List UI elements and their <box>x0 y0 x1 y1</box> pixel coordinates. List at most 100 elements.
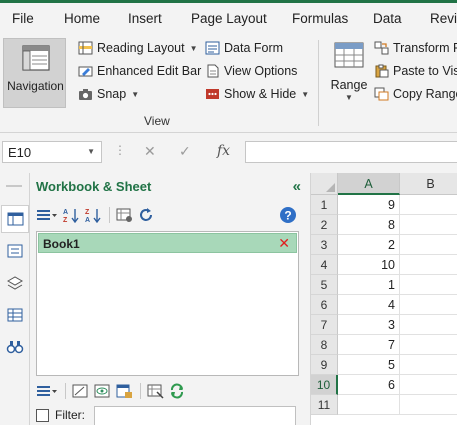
row-header[interactable]: 1 <box>311 195 338 215</box>
cell-a[interactable]: 9 <box>338 195 400 215</box>
data-form-button[interactable]: Data Form <box>205 39 283 57</box>
view-options-button[interactable]: View Options <box>205 62 297 80</box>
sort-ascending-icon[interactable]: AZ <box>63 207 80 223</box>
workbook-options-icon[interactable] <box>116 207 133 223</box>
cell-b[interactable] <box>400 295 457 315</box>
snap-button[interactable]: Snap ▼ <box>78 85 139 103</box>
reading-layout-button[interactable]: Reading Layout ▼ <box>78 39 198 57</box>
cell-b[interactable] <box>400 395 457 415</box>
select-all-triangle-icon <box>326 183 335 192</box>
cell-b[interactable] <box>400 215 457 235</box>
transform-range-button[interactable]: Transform Ra <box>374 39 457 57</box>
lock-sheet-icon[interactable] <box>116 383 133 399</box>
help-icon[interactable]: ? <box>279 206 297 224</box>
svg-text:A: A <box>63 209 68 216</box>
row-header[interactable]: 3 <box>311 235 338 255</box>
enter-icon[interactable]: ✓ <box>179 143 191 160</box>
name-box-value: E10 <box>8 145 32 160</box>
column-header-a[interactable]: A <box>338 173 400 195</box>
select-all-button[interactable] <box>311 173 338 195</box>
column-header-b[interactable]: B <box>400 173 457 195</box>
transform-range-icon <box>374 41 389 55</box>
navigation-button[interactable]: Navigation <box>3 38 66 108</box>
transform-range-label: Transform Ra <box>393 41 457 55</box>
chevron-down-icon: ▼ <box>131 89 140 99</box>
insert-function-icon[interactable]: fx <box>217 143 230 159</box>
copy-ranges-label: Copy Range <box>393 87 457 101</box>
name-manager-icon[interactable] <box>6 243 24 259</box>
workbook-toolbar: AZ ZA <box>36 204 160 226</box>
cell-b[interactable] <box>400 355 457 375</box>
cell-b[interactable] <box>400 255 457 275</box>
row-header[interactable]: 6 <box>311 295 338 315</box>
cell-a[interactable]: 6 <box>338 375 400 395</box>
row-header[interactable]: 5 <box>311 275 338 295</box>
autotext-icon[interactable] <box>6 307 24 323</box>
cell-a[interactable]: 2 <box>338 235 400 255</box>
row-header[interactable]: 7 <box>311 315 338 335</box>
tab-file[interactable]: File <box>12 11 34 26</box>
sync-icon[interactable] <box>169 383 186 399</box>
sheet-options-icon[interactable] <box>147 383 164 399</box>
row-header[interactable]: 4 <box>311 255 338 275</box>
navigation-pane-icon <box>22 45 50 71</box>
row-header[interactable]: 10 <box>311 375 338 395</box>
show-hide-button[interactable]: Show & Hide ▼ <box>205 85 309 103</box>
cell-b[interactable] <box>400 235 457 255</box>
camera-icon <box>79 89 92 100</box>
reading-layout-icon <box>78 41 93 55</box>
tab-insert[interactable]: Insert <box>128 11 162 26</box>
column-list-icon[interactable] <box>6 275 24 291</box>
cell-b[interactable] <box>400 335 457 355</box>
range-button[interactable]: Range ▼ <box>330 40 368 108</box>
cell-a[interactable]: 4 <box>338 295 400 315</box>
workbook-sheet-tab[interactable] <box>1 205 29 233</box>
formula-input[interactable] <box>245 141 457 163</box>
ribbon: Navigation Reading Layout ▼ Enhanced Edi… <box>0 36 457 133</box>
cell-a[interactable]: 10 <box>338 255 400 275</box>
cell-a[interactable]: 7 <box>338 335 400 355</box>
cell-b[interactable] <box>400 275 457 295</box>
hidden-sheet-icon[interactable] <box>94 383 111 399</box>
copy-ranges-button[interactable]: Copy Range <box>374 85 457 103</box>
cell-a[interactable]: 5 <box>338 355 400 375</box>
svg-text:Z: Z <box>63 217 68 223</box>
collapse-pane-icon[interactable]: « <box>293 178 301 195</box>
cell-b[interactable] <box>400 375 457 395</box>
list-view-icon[interactable] <box>36 207 58 223</box>
tab-home[interactable]: Home <box>64 11 100 26</box>
tab-data[interactable]: Data <box>373 11 402 26</box>
cell-a[interactable]: 1 <box>338 275 400 295</box>
grip-handle[interactable] <box>6 185 22 187</box>
sort-descending-icon[interactable]: ZA <box>85 207 102 223</box>
menu-bar: File Home Insert Page Layout Formulas Da… <box>0 0 457 36</box>
row-header[interactable]: 11 <box>311 395 338 415</box>
cancel-icon[interactable]: ✕ <box>144 143 156 160</box>
row-header[interactable]: 9 <box>311 355 338 375</box>
close-icon[interactable]: ✕ <box>278 235 290 252</box>
filter-input[interactable] <box>94 406 296 425</box>
chevron-down-icon[interactable]: ▼ <box>87 147 95 156</box>
row-header[interactable]: 8 <box>311 335 338 355</box>
cell-a[interactable]: 3 <box>338 315 400 335</box>
paste-to-visible-button[interactable]: Paste to Visil <box>374 62 457 80</box>
refresh-icon[interactable] <box>138 207 155 223</box>
tab-review[interactable]: Revie <box>430 11 457 26</box>
cell-b[interactable] <box>400 195 457 215</box>
filter-checkbox[interactable] <box>36 408 49 422</box>
insert-sheet-icon[interactable] <box>72 383 89 399</box>
tab-page-layout[interactable]: Page Layout <box>191 11 267 26</box>
row-header[interactable]: 2 <box>311 215 338 235</box>
toolbar-divider <box>109 207 110 223</box>
tab-formulas[interactable]: Formulas <box>292 11 348 26</box>
toolbar-divider <box>65 383 66 399</box>
enhanced-edit-bar-button[interactable]: Enhanced Edit Bar <box>78 62 201 80</box>
list-view-icon[interactable] <box>36 383 58 399</box>
cell-a[interactable] <box>338 395 400 415</box>
more-options-icon[interactable]: ⋮ <box>114 143 126 157</box>
name-box[interactable]: E10 ▼ <box>2 141 102 163</box>
workbook-item[interactable]: Book1 ✕ <box>38 233 297 253</box>
find-replace-icon[interactable] <box>6 339 24 355</box>
cell-a[interactable]: 8 <box>338 215 400 235</box>
cell-b[interactable] <box>400 315 457 335</box>
